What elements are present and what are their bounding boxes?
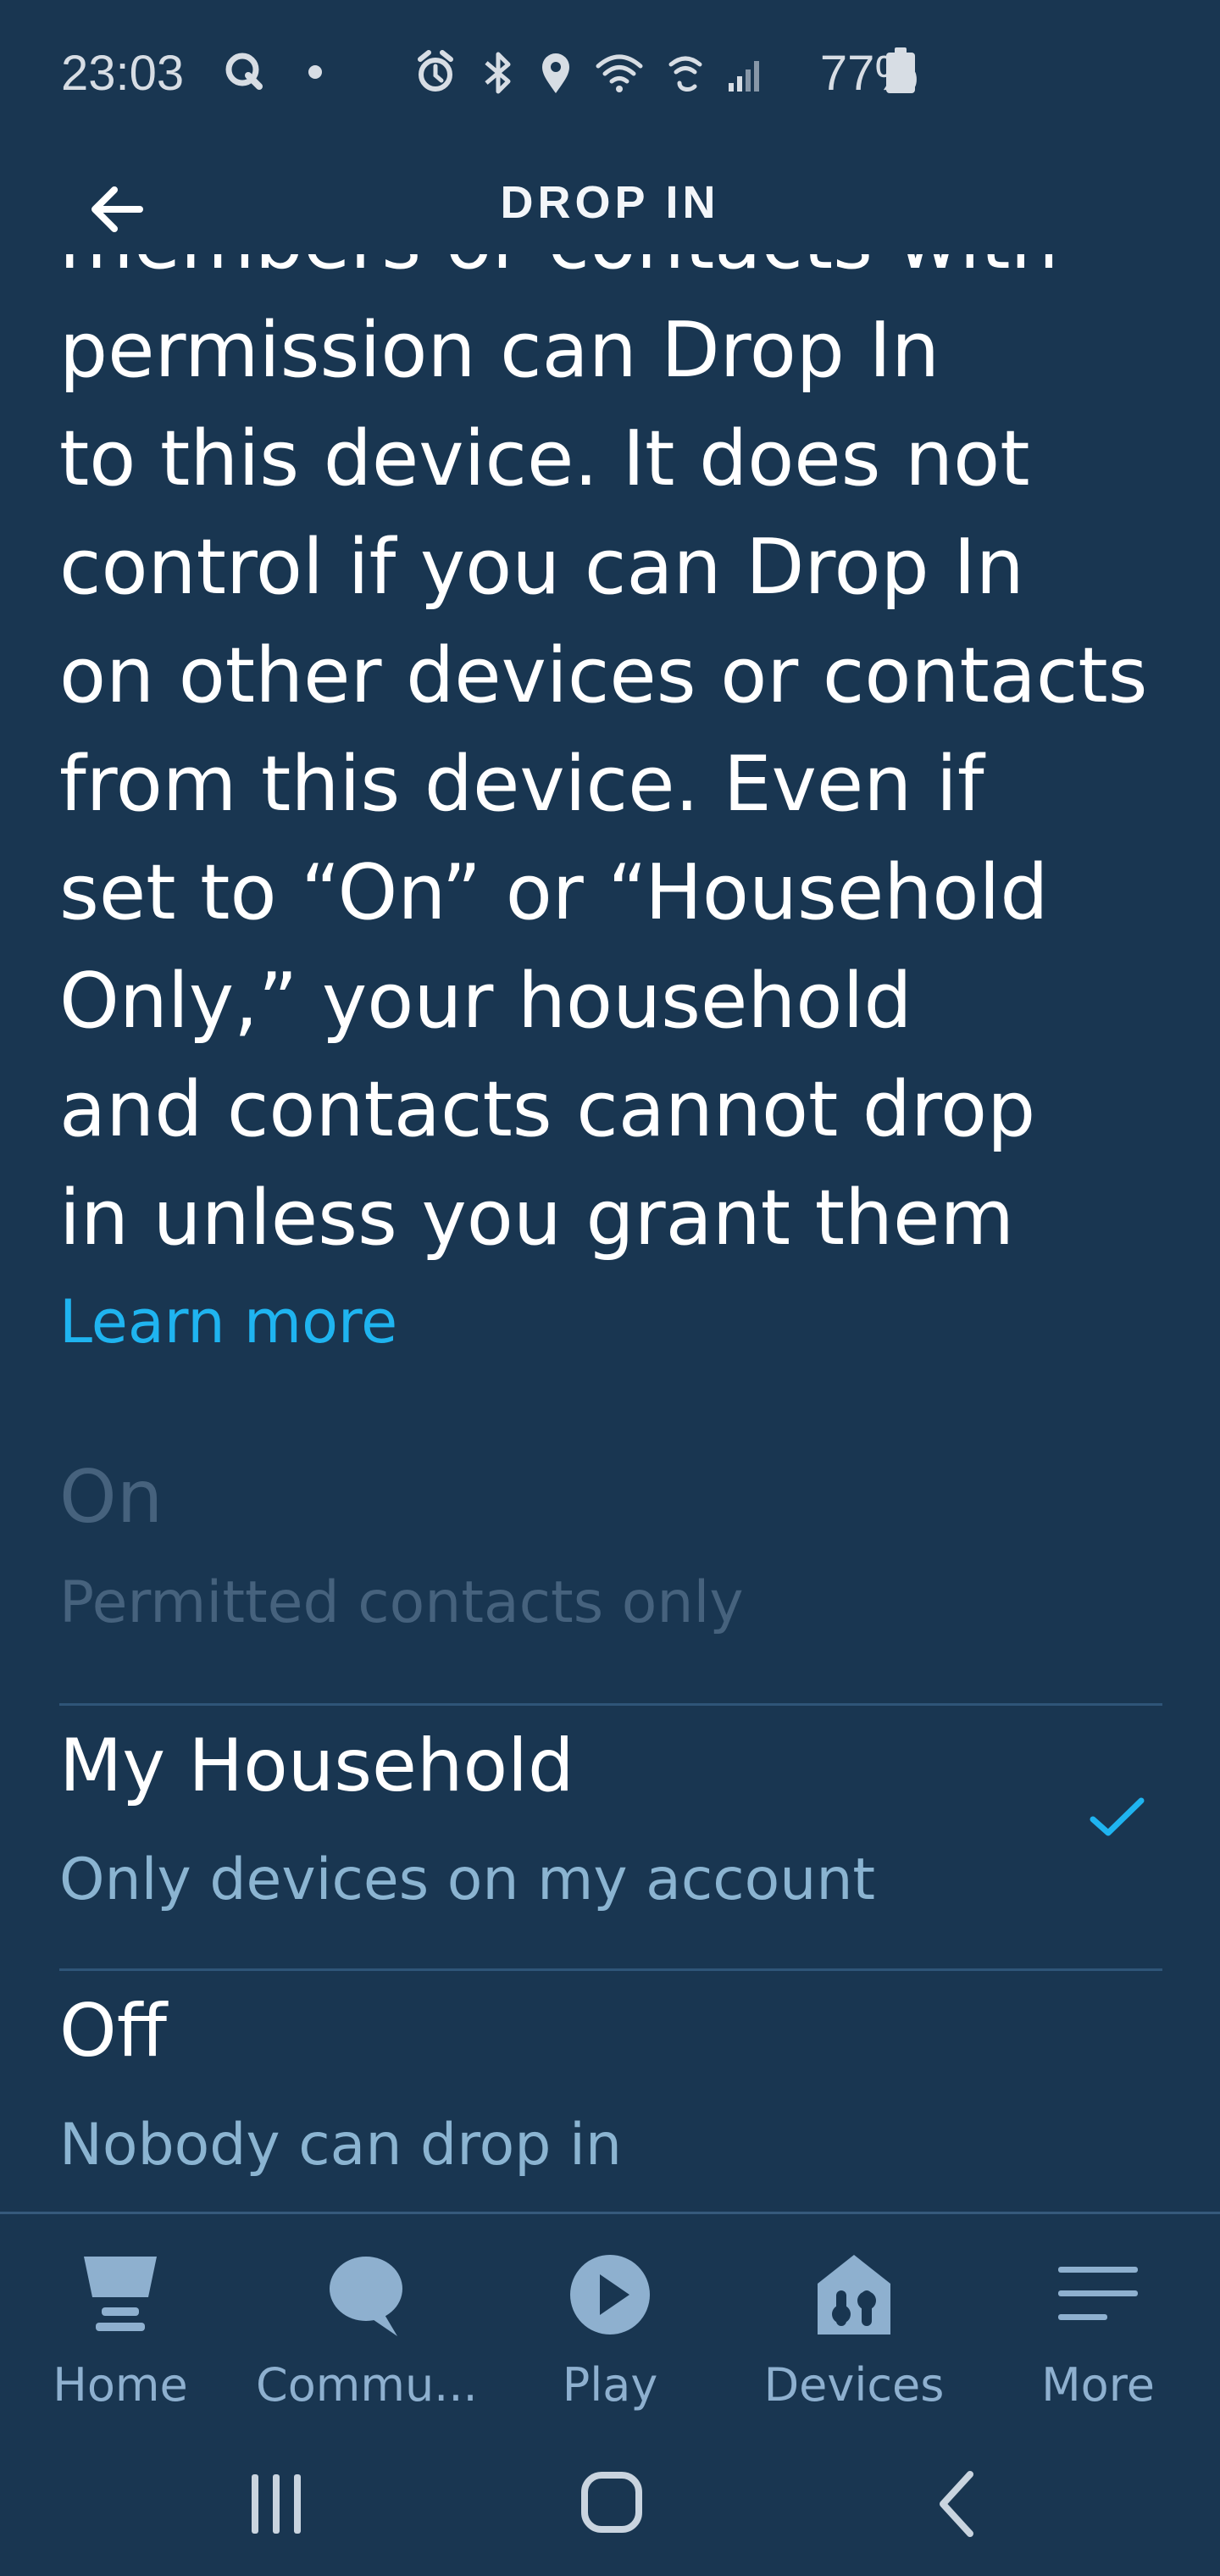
status-bar: 23:03 77% xyxy=(0,0,1220,153)
home-system-button[interactable] xyxy=(569,2466,654,2542)
description-line: members or contacts with xyxy=(59,254,1195,297)
nav-label: Home xyxy=(53,2358,188,2412)
drop-in-description: members or contacts with permission can … xyxy=(59,254,1195,1273)
option-off[interactable]: Off Nobody can drop in xyxy=(59,1971,1162,2212)
system-navigation-bar xyxy=(0,2432,1220,2576)
nav-more[interactable]: More xyxy=(988,2248,1208,2408)
option-subtitle: Nobody can drop in xyxy=(59,2112,623,2179)
devices-icon xyxy=(744,2248,964,2341)
chat-icon xyxy=(256,2248,476,2341)
description-line: and contacts cannot drop xyxy=(59,1065,1036,1154)
option-subtitle: Permitted contacts only xyxy=(59,1569,744,1636)
description-line: from this device. Even if xyxy=(59,740,984,829)
description-line: in unless you grant them xyxy=(59,1174,1015,1263)
description-line: permission can Drop In xyxy=(59,306,940,395)
recent-apps-icon xyxy=(252,2474,301,2534)
status-time: 23:03 xyxy=(61,46,185,101)
nav-label: Devices xyxy=(763,2358,945,2412)
battery-icon xyxy=(886,47,915,93)
play-icon xyxy=(500,2248,720,2341)
description-line: set to “On” or “Household xyxy=(59,848,1049,937)
q-app-icon xyxy=(225,53,263,90)
alarm-icon xyxy=(418,50,453,92)
option-subtitle: Only devices on my account xyxy=(59,1846,876,1913)
home-icon xyxy=(10,2248,230,2341)
drop-in-settings-content: members or contacts with permission can … xyxy=(0,254,1220,2212)
description-line: on other devices or contacts xyxy=(59,631,1148,720)
chevron-left-icon xyxy=(940,2471,973,2537)
description-line: to this device. It does not xyxy=(59,414,1030,503)
menu-icon xyxy=(988,2248,1208,2341)
nav-home[interactable]: Home xyxy=(10,2248,230,2408)
option-my-household[interactable]: My Household Only devices on my account xyxy=(59,1706,1162,1971)
option-title: Off xyxy=(59,1989,167,2074)
signal-icon xyxy=(729,61,759,92)
learn-more-link[interactable]: Learn more xyxy=(59,1292,397,1352)
status-left-icons xyxy=(222,49,324,95)
option-on[interactable]: On Permitted contacts only xyxy=(59,1457,1162,1706)
wifi-calling-icon xyxy=(668,56,702,92)
location-icon xyxy=(542,53,569,93)
page-title: DROP IN xyxy=(500,177,720,228)
bottom-navigation: Home Commu... Play Devices More xyxy=(0,2212,1220,2434)
notification-dot-icon xyxy=(308,65,322,79)
nav-devices[interactable]: Devices xyxy=(744,2248,964,2408)
drop-in-options: On Permitted contacts only My Household … xyxy=(59,1457,1162,2212)
description-line: Only,” your household xyxy=(59,957,912,1046)
checkmark-icon xyxy=(1090,1797,1145,1836)
wifi-icon xyxy=(596,54,643,92)
nav-label: Commu... xyxy=(256,2358,478,2412)
status-system-icons xyxy=(412,49,766,97)
nav-play[interactable]: Play xyxy=(500,2248,720,2408)
option-title: My Household xyxy=(59,1724,574,1808)
nav-communicate[interactable]: Commu... xyxy=(256,2248,478,2412)
nav-label: Play xyxy=(562,2358,658,2412)
option-title: On xyxy=(59,1455,164,1540)
home-square-icon xyxy=(581,2472,642,2533)
nav-label: More xyxy=(1041,2358,1155,2412)
bluetooth-icon xyxy=(485,52,511,94)
top-app-bar: DROP IN xyxy=(0,153,1220,254)
description-line: control if you can Drop In xyxy=(59,523,1024,612)
recent-apps-button[interactable] xyxy=(234,2466,319,2542)
system-back-button[interactable] xyxy=(917,2466,1001,2542)
